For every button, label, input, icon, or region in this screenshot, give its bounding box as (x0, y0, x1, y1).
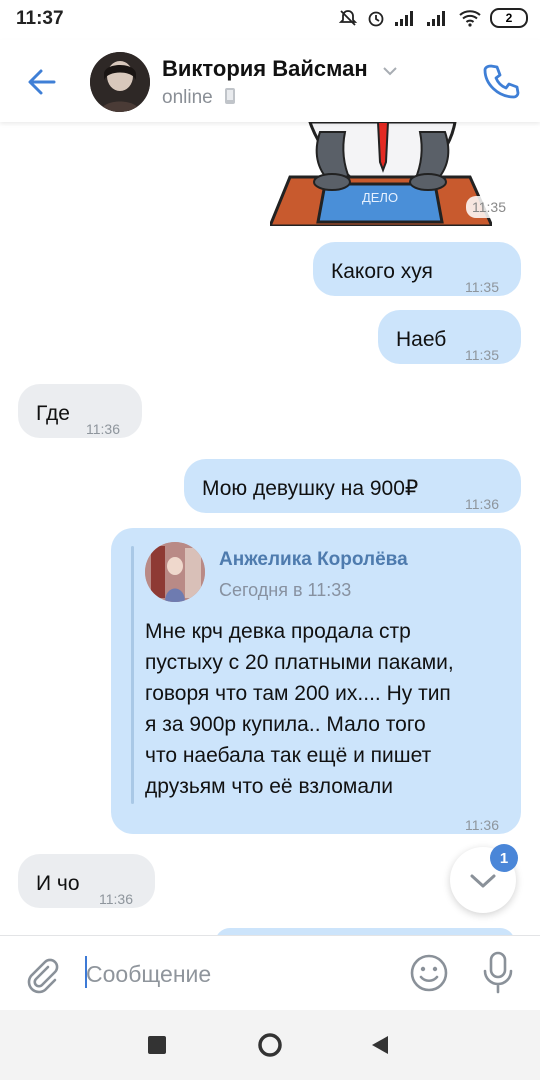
signal-icon (395, 11, 413, 26)
battery-indicator: 2 (490, 8, 528, 28)
recent-apps-icon[interactable] (148, 1036, 166, 1054)
online-status-label: online (162, 87, 213, 108)
forward-author-name[interactable]: Анжелика Королёва (219, 544, 408, 575)
system-nav-bar (0, 1010, 540, 1080)
incoming-message[interactable]: И чо 11:36 (18, 854, 155, 908)
status-bar: 11:37 2 (0, 0, 540, 40)
contact-avatar[interactable] (90, 52, 150, 112)
message-text: Какого хуя (331, 260, 433, 283)
status-icons: 2 (338, 8, 528, 28)
signal-icon-2 (427, 11, 445, 26)
message-list[interactable]: ДЕЛО 11:35 Какого хуя 11:35 Наеб 11:35 Г… (0, 122, 540, 935)
mobile-phone-icon (225, 88, 235, 104)
message-time: 11:36 (99, 891, 133, 907)
forward-date: Сегодня в 11:33 (219, 580, 352, 600)
message-time: 11:36 (86, 421, 120, 437)
paperclip-icon[interactable] (22, 954, 62, 994)
status-time: 11:37 (16, 8, 64, 29)
chat-header: Виктория Вайсман online (0, 40, 540, 122)
back-triangle-icon[interactable] (370, 1034, 390, 1056)
message-text: Где (36, 402, 70, 425)
sticker-message[interactable]: ДЕЛО (267, 122, 495, 228)
message-composer (0, 935, 540, 1011)
smiley-icon[interactable] (408, 952, 450, 994)
message-text: Наеб (396, 328, 447, 351)
chevron-down-icon[interactable] (382, 66, 398, 76)
unread-badge: 1 (490, 844, 518, 872)
message-time: 11:36 (465, 496, 499, 512)
contact-status: online (162, 87, 236, 109)
message-time: 11:35 (466, 196, 512, 218)
alarm-icon (368, 11, 384, 27)
message-input[interactable] (86, 952, 386, 996)
arrow-left-icon[interactable] (22, 62, 62, 102)
message-time: 11:35 (465, 347, 499, 363)
outgoing-message[interactable]: Мою девушку на 900₽ 11:36 (184, 459, 521, 513)
muted-bell-icon (338, 10, 358, 26)
forward-text: Мне крч девка продала стр пустыху с 20 п… (145, 620, 454, 798)
home-icon[interactable] (257, 1032, 283, 1058)
outgoing-message[interactable]: Наеб 11:35 (378, 310, 521, 364)
outgoing-message[interactable]: Какого хуя 11:35 (313, 242, 521, 296)
message-time: 11:36 (465, 817, 499, 833)
phone-icon[interactable] (480, 60, 522, 102)
forwarded-message[interactable]: Анжелика Королёва Сегодня в 11:33 Мне кр… (111, 528, 521, 834)
message-text: Мою девушку на 900₽ (202, 477, 419, 500)
contact-name[interactable]: Виктория Вайсман (162, 56, 368, 82)
message-time: 11:35 (465, 279, 499, 295)
outgoing-message-partial[interactable] (215, 928, 515, 935)
forward-quote-bar (131, 546, 134, 804)
incoming-message[interactable]: Где 11:36 (18, 384, 142, 438)
forward-author-avatar[interactable] (145, 542, 205, 602)
message-text: И чо (36, 872, 80, 895)
sticker-sign-text: ДЕЛО (362, 190, 398, 205)
microphone-icon[interactable] (480, 950, 516, 996)
wifi-icon (459, 10, 481, 27)
